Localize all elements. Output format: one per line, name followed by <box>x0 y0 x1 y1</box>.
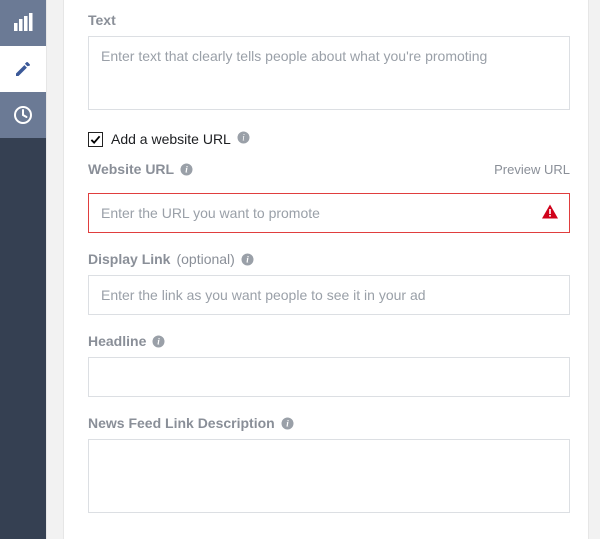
info-icon[interactable]: i <box>281 417 294 430</box>
website-url-label: Website URL i <box>88 161 193 177</box>
text-label: Text <box>88 12 570 28</box>
display-link-label: Display Link (optional) i <box>88 251 570 267</box>
sidebar-item-performance[interactable] <box>0 0 46 46</box>
add-url-checkbox-row: Add a website URL i <box>88 131 570 147</box>
website-url-label-text: Website URL <box>88 161 174 177</box>
add-url-checkbox-label: Add a website URL i <box>111 131 250 147</box>
sidebar-item-edit[interactable] <box>0 46 46 92</box>
info-icon[interactable]: i <box>237 131 250 147</box>
info-icon[interactable]: i <box>152 335 165 348</box>
text-input[interactable] <box>88 36 570 110</box>
news-feed-desc-label: News Feed Link Description i <box>88 415 570 431</box>
add-url-text: Add a website URL <box>111 131 231 147</box>
info-icon[interactable]: i <box>241 253 254 266</box>
website-url-input[interactable] <box>88 193 570 233</box>
headline-input[interactable] <box>88 357 570 397</box>
headline-label: Headline i <box>88 333 570 349</box>
pencil-icon <box>14 60 32 78</box>
field-news-feed-desc: News Feed Link Description i <box>88 415 570 516</box>
field-website-url: Website URL i Preview URL <box>88 161 570 233</box>
clock-icon <box>13 105 33 125</box>
preview-url-link[interactable]: Preview URL <box>494 162 570 177</box>
headline-label-text: Headline <box>88 333 146 349</box>
right-gutter <box>588 0 600 539</box>
warning-icon <box>542 205 558 222</box>
display-link-label-text: Display Link <box>88 251 170 267</box>
form-panel: Text Add a website URL i Website URL i <box>64 0 588 539</box>
info-icon[interactable]: i <box>180 163 193 176</box>
display-link-optional: (optional) <box>176 251 234 267</box>
field-display-link: Display Link (optional) i <box>88 251 570 315</box>
sidebar <box>0 0 46 539</box>
bar-chart-icon <box>13 13 33 33</box>
display-link-input[interactable] <box>88 275 570 315</box>
field-headline: Headline i <box>88 333 570 397</box>
scroll-gutter <box>46 0 64 539</box>
news-feed-desc-input[interactable] <box>88 439 570 513</box>
add-url-checkbox[interactable] <box>88 132 103 147</box>
news-feed-desc-label-text: News Feed Link Description <box>88 415 275 431</box>
field-text: Text <box>88 12 570 113</box>
sidebar-item-history[interactable] <box>0 92 46 138</box>
